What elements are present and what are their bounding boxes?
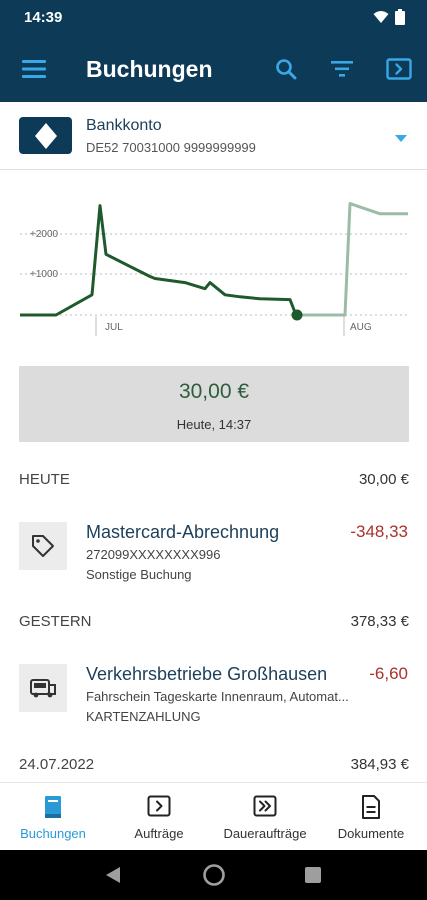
group-label: GESTERN: [19, 613, 92, 630]
order-icon: [147, 795, 171, 817]
standing-order-icon: [253, 795, 277, 817]
transaction-amount: -6,60: [369, 664, 408, 683]
nav-label: Dokumente: [337, 826, 405, 841]
transaction-title: Mastercard-Abrechnung: [86, 522, 280, 542]
x-tick-label: JUL: [105, 322, 123, 333]
battery-icon: [395, 9, 405, 25]
hamburger-menu-icon: [22, 60, 46, 78]
group-total: 378,33 €: [350, 613, 409, 630]
category-icon-box: [19, 522, 67, 570]
transaction-row[interactable]: Verkehrsbetriebe Großhausen -6,60 Fahrsc…: [0, 664, 427, 744]
transaction-reference: 272099XXXXXXXX996: [86, 547, 221, 562]
group-label: 24.07.2022: [19, 756, 95, 773]
balance-chart-svg: +2000 +1000 JUL AUG: [20, 202, 408, 336]
balance-line-forecast: [296, 202, 408, 317]
x-tick-label: AUG: [350, 322, 372, 333]
transaction-amount: -348,33: [350, 522, 408, 541]
nav-item-dokumente[interactable]: Dokumente: [318, 783, 424, 851]
bank-logo: [19, 117, 72, 154]
bus-icon: [30, 679, 56, 698]
transaction-reference: Fahrschein Tageskarte Innenraum, Automat…: [86, 689, 349, 704]
book-icon: [45, 796, 61, 818]
balance-timestamp: Heute, 14:37: [176, 417, 252, 432]
tag-icon: [32, 535, 54, 557]
page-title: Buchungen: [86, 56, 213, 82]
account-iban: DE52 70031000 9999999999: [86, 140, 256, 155]
status-bar: 14:39: [0, 0, 427, 36]
app-bar: Buchungen: [0, 36, 427, 102]
back-icon[interactable]: [105, 866, 121, 884]
current-balance-card: 30,00 € Heute, 14:37: [19, 366, 409, 442]
document-icon: [362, 795, 380, 819]
nav-item-buchungen[interactable]: Buchungen: [0, 783, 106, 851]
account-selector[interactable]: Bankkonto DE52 70031000 9999999999: [0, 102, 427, 170]
transaction-title: Verkehrsbetriebe Großhausen: [86, 664, 328, 684]
status-icons: [373, 9, 405, 25]
group-header-heute: HEUTE 30,00 €: [19, 471, 409, 491]
dropdown-arrow-icon: [395, 135, 407, 142]
filter-button[interactable]: [328, 55, 356, 83]
chart-lines: [20, 202, 408, 321]
search-icon: [276, 59, 297, 80]
group-label: HEUTE: [19, 471, 70, 488]
diamond-logo-icon: [34, 122, 57, 149]
balance-amount: 30,00 €: [178, 380, 250, 403]
home-icon[interactable]: [202, 863, 226, 887]
transaction-type: Sonstige Buchung: [86, 567, 192, 582]
menu-button[interactable]: [20, 57, 48, 81]
y-tick-label: +1000: [30, 269, 59, 280]
balance-line-past: [20, 204, 298, 317]
wifi-icon: [373, 11, 389, 23]
nav-label: Daueraufträge: [223, 826, 307, 841]
export-button[interactable]: [384, 55, 414, 83]
today-marker[interactable]: [291, 309, 303, 321]
account-name: Bankkonto: [86, 117, 162, 134]
account-dropdown[interactable]: [395, 129, 407, 147]
transaction-row[interactable]: Mastercard-Abrechnung -348,33 272099XXXX…: [0, 522, 427, 602]
filter-icon: [331, 61, 353, 77]
search-button[interactable]: [272, 55, 300, 83]
export-icon: [386, 58, 412, 80]
nav-label: Buchungen: [20, 826, 86, 841]
system-navigation-bar: [0, 850, 427, 900]
nav-label: Aufträge: [134, 826, 184, 841]
group-total: 384,93 €: [350, 756, 409, 773]
transaction-type: KARTENZAHLUNG: [86, 709, 201, 724]
balance-chart[interactable]: +2000 +1000 JUL AUG: [0, 170, 427, 365]
nav-item-auftraege[interactable]: Aufträge: [106, 783, 212, 851]
recents-icon[interactable]: [305, 867, 321, 883]
nav-item-dauerauftraege[interactable]: Daueraufträge: [212, 783, 318, 851]
group-header-gestern: GESTERN 378,33 €: [19, 613, 409, 633]
y-tick-label: +2000: [30, 229, 59, 240]
category-icon-box: [19, 664, 67, 712]
bottom-navigation: Buchungen Aufträge Daueraufträge Dokumen…: [0, 782, 427, 850]
group-total: 30,00 €: [358, 471, 409, 488]
status-time: 14:39: [24, 9, 63, 26]
group-header-date: 24.07.2022 384,93 €: [19, 756, 409, 776]
